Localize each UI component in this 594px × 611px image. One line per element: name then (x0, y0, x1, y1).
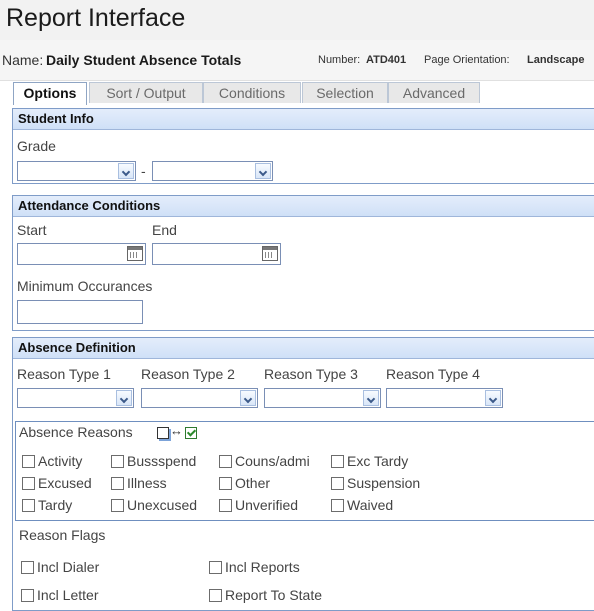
reason-label-couns-admi: Couns/admi (235, 453, 310, 469)
checkbox-incl-letter[interactable] (21, 589, 34, 602)
chevron-down-icon[interactable] (485, 390, 501, 406)
absence-reasons-label: Absence Reasons (19, 424, 133, 440)
flag-label-report-to-state: Report To State (225, 587, 323, 603)
reason-type-4-label: Reason Type 4 (386, 366, 480, 382)
reason-label-excused: Excused (38, 475, 92, 491)
attendance-conditions-panel: Attendance Conditions Start End Minimum … (12, 195, 594, 331)
min-occurances-label: Minimum Occurances (17, 278, 153, 294)
chevron-down-icon[interactable] (118, 163, 134, 179)
reason-type-2-label: Reason Type 2 (141, 366, 235, 382)
grade-to-select[interactable] (152, 161, 273, 181)
reason-type-1-label: Reason Type 1 (17, 366, 111, 382)
report-number: ATD401 (366, 54, 407, 66)
reason-label-activity: Activity (38, 453, 83, 469)
checkbox-tardy[interactable] (22, 499, 35, 512)
tab-selection[interactable]: Selection (302, 82, 388, 103)
reason-type-2-select[interactable] (141, 388, 258, 408)
reason-type-3-select[interactable] (264, 388, 381, 408)
checkbox-unverified[interactable] (219, 499, 232, 512)
tab-advanced[interactable]: Advanced (388, 82, 480, 103)
checkbox-report-to-state[interactable] (209, 589, 222, 602)
chevron-down-icon[interactable] (240, 390, 256, 406)
absence-reasons-box: Absence Reasons ↔ Activity Bussspend Cou… (15, 421, 594, 521)
calendar-icon[interactable] (127, 246, 143, 261)
reason-flags-label: Reason Flags (19, 527, 106, 543)
reason-type-3-label: Reason Type 3 (264, 366, 358, 382)
flag-label-incl-reports: Incl Reports (225, 559, 300, 575)
start-date-field[interactable] (17, 243, 146, 265)
min-occurances-field[interactable] (17, 300, 143, 324)
chevron-down-icon[interactable] (363, 390, 379, 406)
absence-definition-panel: Absence Definition Reason Type 1 Reason … (12, 337, 594, 611)
number-label: Number: (318, 54, 361, 66)
orientation-label: Page Orientation: (424, 54, 510, 66)
report-orientation: Landscape (527, 54, 585, 66)
reason-type-1-select[interactable] (17, 388, 134, 408)
chevron-down-icon[interactable] (116, 390, 132, 406)
report-info-bar: Name: Daily Student Absence Totals Numbe… (0, 40, 594, 81)
name-label: Name: (2, 52, 44, 68)
checkbox-exc-tardy[interactable] (331, 455, 344, 468)
chevron-down-icon[interactable] (255, 163, 271, 179)
grade-range-separator: - (141, 163, 146, 179)
reason-label-suspension: Suspension (347, 475, 421, 491)
tab-options[interactable]: Options (13, 82, 87, 105)
attendance-conditions-header: Attendance Conditions (13, 196, 594, 217)
checkbox-suspension[interactable] (331, 477, 344, 490)
swap-icon[interactable]: ↔ (170, 423, 183, 438)
flag-label-incl-dialer: Incl Dialer (37, 559, 100, 575)
flag-label-incl-letter: Incl Letter (37, 587, 99, 603)
checkbox-bussspend[interactable] (111, 455, 124, 468)
grade-label: Grade (17, 138, 56, 154)
student-info-header: Student Info (13, 109, 594, 130)
select-none-icon[interactable] (157, 427, 169, 439)
reason-label-waived: Waived (347, 497, 394, 513)
checkbox-illness[interactable] (111, 477, 124, 490)
end-label: End (152, 222, 177, 238)
page-title: Report Interface (6, 4, 186, 32)
reason-label-unexcused: Unexcused (127, 497, 198, 513)
end-date-field[interactable] (152, 243, 281, 265)
checkbox-incl-reports[interactable] (209, 561, 222, 574)
reason-label-unverified: Unverified (235, 497, 299, 513)
checkbox-incl-dialer[interactable] (21, 561, 34, 574)
checkbox-activity[interactable] (22, 455, 35, 468)
tab-conditions[interactable]: Conditions (203, 82, 301, 103)
reason-label-exc-tardy: Exc Tardy (347, 453, 409, 469)
tab-sort-output[interactable]: Sort / Output (89, 82, 203, 103)
absence-definition-header: Absence Definition (13, 338, 594, 359)
reason-label-tardy: Tardy (38, 497, 73, 513)
checkbox-couns-admi[interactable] (219, 455, 232, 468)
checkbox-unexcused[interactable] (111, 499, 124, 512)
title-bar: Report Interface (0, 0, 594, 41)
checkbox-waived[interactable] (331, 499, 344, 512)
student-info-panel: Student Info Grade - (12, 108, 594, 184)
reason-label-bussspend: Bussspend (127, 453, 197, 469)
calendar-icon[interactable] (262, 246, 278, 261)
start-label: Start (17, 222, 47, 238)
checkbox-other[interactable] (219, 477, 232, 490)
reason-type-4-select[interactable] (386, 388, 503, 408)
select-all-icon[interactable] (185, 427, 197, 439)
checkbox-excused[interactable] (22, 477, 35, 490)
report-name: Daily Student Absence Totals (46, 52, 242, 68)
reason-label-other: Other (235, 475, 271, 491)
reason-label-illness: Illness (127, 475, 167, 491)
grade-from-select[interactable] (17, 161, 136, 181)
